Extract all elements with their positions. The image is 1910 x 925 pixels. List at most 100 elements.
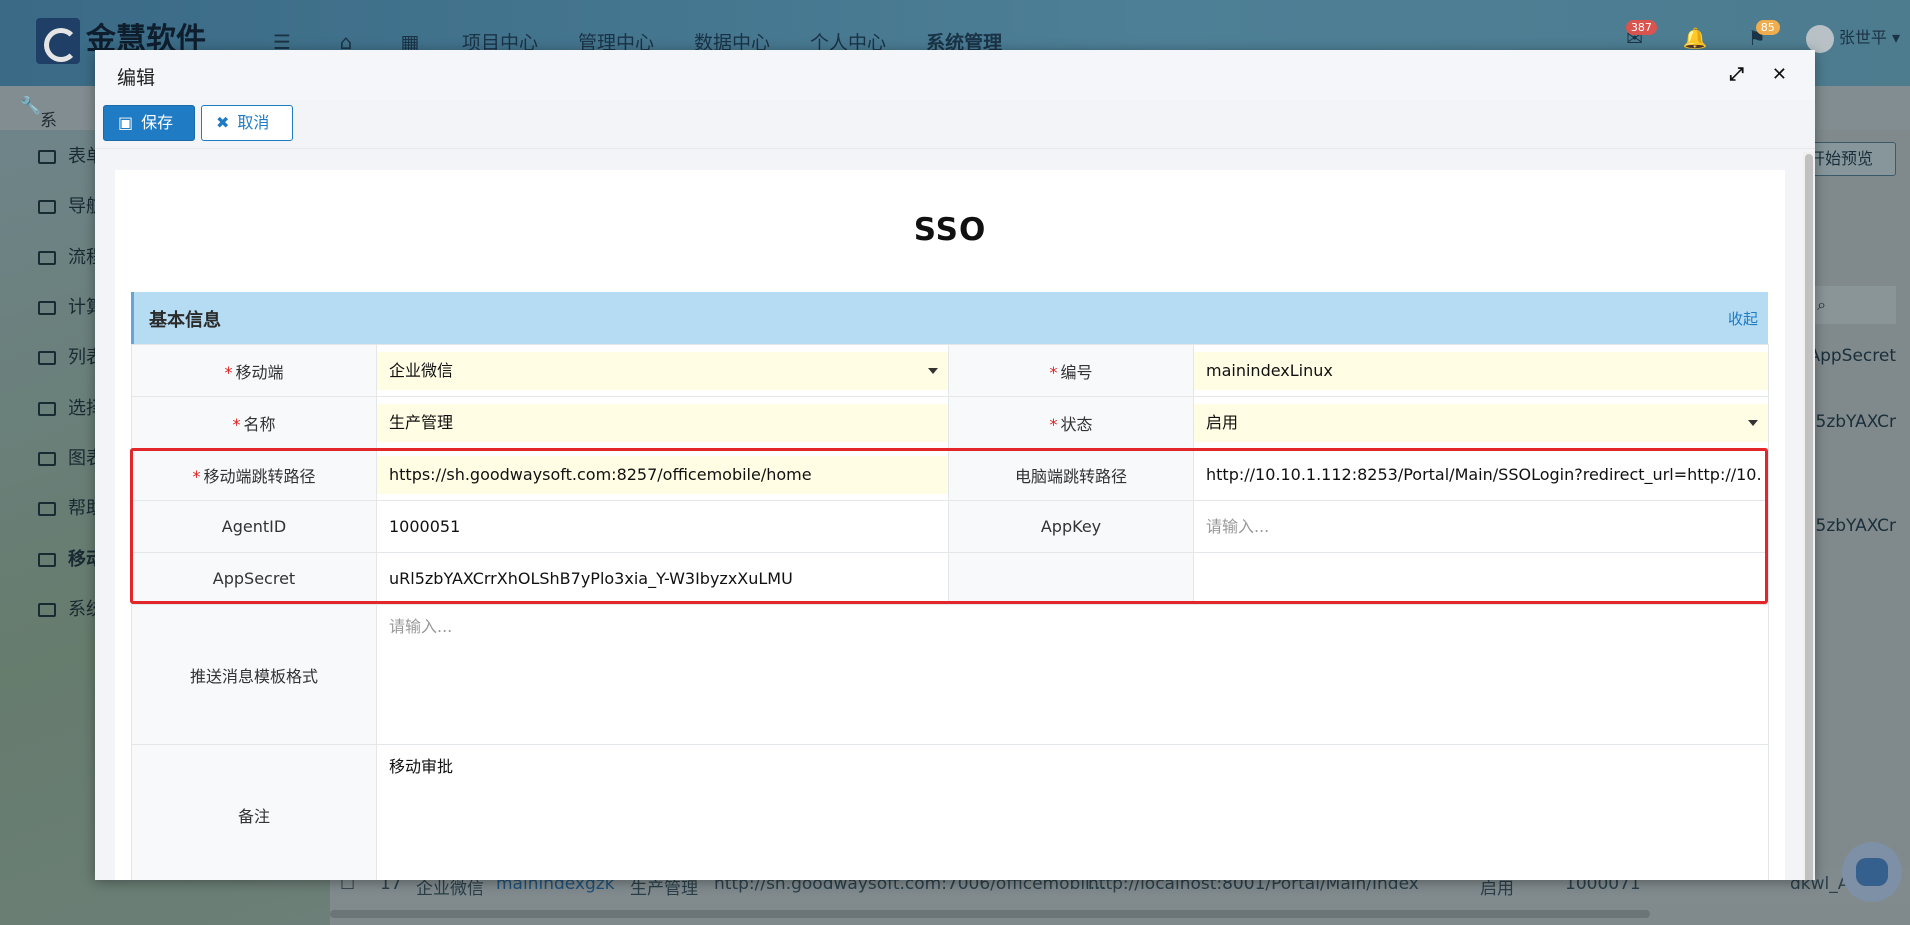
field-label-remark: 备注	[131, 744, 377, 880]
select-value: 企业微信	[389, 360, 454, 380]
field-appsecret: uRl5zbYAXCrrXhOLShB7yPlo3xia_Y-W3IbyzxXu…	[376, 552, 949, 605]
appkey-input[interactable]: 请输入...	[1194, 508, 1768, 546]
caret-down-icon	[1748, 419, 1758, 426]
field-remark: 移动审批	[376, 744, 1769, 880]
field-agentid: 1000051	[376, 500, 949, 553]
save-label: 保存	[141, 113, 174, 132]
collapse-link[interactable]: 收起	[1728, 308, 1758, 329]
push-template-textarea[interactable]: 请输入...	[377, 605, 1768, 645]
x-icon: ✖	[216, 113, 230, 132]
caret-down-icon	[928, 367, 938, 374]
save-button[interactable]: ▣ 保存	[103, 105, 195, 141]
search-icon[interactable]: ⌕	[1817, 295, 1826, 314]
appsecret-input[interactable]: uRl5zbYAXCrrXhOLShB7yPlo3xia_Y-W3IbyzxXu…	[377, 560, 948, 598]
scrollbar-thumb[interactable]	[1805, 154, 1813, 880]
form-row: * 名称 生产管理 * 状态 启用	[131, 396, 1769, 449]
pc-path-input[interactable]: http://10.10.1.112:8253/Portal/Main/SSOL…	[1194, 456, 1768, 494]
field-label-code: * 编号	[948, 344, 1194, 397]
form-row: 备注 移动审批	[131, 744, 1769, 880]
user-menu[interactable]: 张世平 ▾	[1805, 24, 1900, 53]
bg-table-cell: 5zbYAXCr	[1815, 516, 1897, 536]
form-row: * 移动端跳转路径 https://sh.goodwaysoft.com:8257…	[131, 448, 1769, 501]
select-value: 启用	[1206, 412, 1239, 432]
label-text: AppKey	[1040, 517, 1102, 536]
label-text: AgentID	[221, 517, 287, 536]
field-label-agentid: AgentID	[131, 500, 377, 553]
label-text: 编号	[1060, 362, 1093, 382]
required-marker: *	[1049, 362, 1058, 382]
empty-value-cell	[1193, 552, 1769, 605]
field-name: 生产管理	[376, 396, 949, 449]
field-label-mobile-path: * 移动端跳转路径	[131, 448, 377, 501]
form-row: * 移动端 企业微信 * 编号 mainindexLinux	[131, 344, 1769, 397]
form-table: * 移动端 企业微信 * 编号 mainindexLinux * 名称 生产管理 * 状…	[131, 344, 1769, 880]
avatar	[1805, 24, 1834, 53]
required-marker: *	[224, 362, 233, 382]
table-icon	[38, 502, 56, 516]
label-text: 电脑端跳转路径	[1014, 466, 1127, 486]
user-name: 张世平	[1838, 28, 1887, 47]
horizontal-scrollbar[interactable]	[330, 910, 1650, 918]
top-right-tools: ✉ 387 🔔 ⚑ 85 张世平 ▾	[1625, 20, 1900, 53]
flag-badge: 85	[1755, 20, 1780, 36]
remark-textarea[interactable]: 移动审批	[377, 745, 1768, 785]
field-push-template: 请输入...	[376, 604, 1769, 745]
table-icon	[38, 452, 56, 466]
field-code: mainindexLinux	[1193, 344, 1769, 397]
modal-tools: ⤢ ✕	[1730, 64, 1788, 85]
bell-icon[interactable]: 🔔	[1683, 26, 1708, 50]
message-icon[interactable]: ✉ 387	[1625, 20, 1657, 50]
field-label-name: * 名称	[131, 396, 377, 449]
required-marker: *	[1049, 414, 1058, 434]
maximize-icon[interactable]: ⤢	[1730, 64, 1744, 85]
field-status: 启用	[1193, 396, 1769, 449]
table-icon	[38, 603, 56, 617]
modal-header: 编辑 ⤢ ✕	[95, 50, 1815, 100]
form-page: SSO 基本信息 收起 * 移动端 企业微信 * 编号 mainindexLinux…	[115, 170, 1785, 880]
field-label-pc-path: 电脑端跳转路径	[948, 448, 1194, 501]
label-text: 状态	[1060, 414, 1093, 434]
code-input[interactable]: mainindexLinux	[1194, 351, 1768, 390]
field-label-status: * 状态	[948, 396, 1194, 449]
section-header: 基本信息 收起	[131, 292, 1768, 344]
section-title: 基本信息	[149, 310, 221, 331]
form-row: 推送消息模板格式 请输入...	[131, 604, 1769, 745]
form-row: AgentID 1000051 AppKey 请输入...	[131, 500, 1769, 553]
label-text: 推送消息模板格式	[189, 666, 318, 686]
field-label-push-template: 推送消息模板格式	[131, 604, 377, 745]
empty-label-cell	[948, 552, 1194, 605]
page-title: SSO	[913, 212, 987, 248]
agentid-input[interactable]: 1000051	[377, 508, 948, 546]
required-marker: *	[192, 466, 201, 486]
label-text: AppSecret	[212, 569, 296, 588]
form-row: AppSecret uRl5zbYAXCrrXhOLShB7yPlo3xia_Y…	[131, 552, 1769, 605]
field-appkey: 请输入...	[1193, 500, 1769, 553]
table-icon	[38, 553, 56, 567]
floppy-disk-icon: ▣	[118, 113, 134, 132]
field-mobile-end: 企业微信	[376, 344, 949, 397]
field-label-appkey: AppKey	[948, 500, 1194, 553]
label-text: 备注	[237, 806, 270, 826]
table-icon	[38, 150, 56, 164]
edit-modal: 编辑 ⤢ ✕ ▣ 保存 ✖ 取消 SSO 基本信息 收起 * 移动端 企业微信 * 编号…	[95, 50, 1815, 880]
cancel-label: 取消	[237, 113, 270, 132]
status-select[interactable]: 启用	[1194, 403, 1768, 442]
modal-title: 编辑	[117, 67, 156, 89]
table-icon	[38, 251, 56, 265]
message-badge: 387	[1625, 20, 1657, 36]
cancel-button[interactable]: ✖ 取消	[201, 105, 293, 141]
close-icon[interactable]: ✕	[1772, 64, 1787, 85]
field-label-mobile-end: * 移动端	[131, 344, 377, 397]
table-icon	[38, 301, 56, 315]
field-pc-path: http://10.10.1.112:8253/Portal/Main/SSOL…	[1193, 448, 1769, 501]
mobile-path-input[interactable]: https://sh.goodwaysoft.com:8257/officemo…	[377, 455, 948, 494]
field-label-appsecret: AppSecret	[131, 552, 377, 605]
name-input[interactable]: 生产管理	[377, 403, 948, 442]
flag-icon[interactable]: ⚑ 85	[1748, 20, 1780, 50]
label-text: 移动端	[235, 362, 284, 382]
table-icon	[38, 402, 56, 416]
bg-column-header: AppSecret	[1808, 346, 1896, 366]
table-icon	[38, 351, 56, 365]
mobile-end-select[interactable]: 企业微信	[377, 351, 948, 390]
assistant-robot-icon[interactable]	[1842, 842, 1902, 902]
